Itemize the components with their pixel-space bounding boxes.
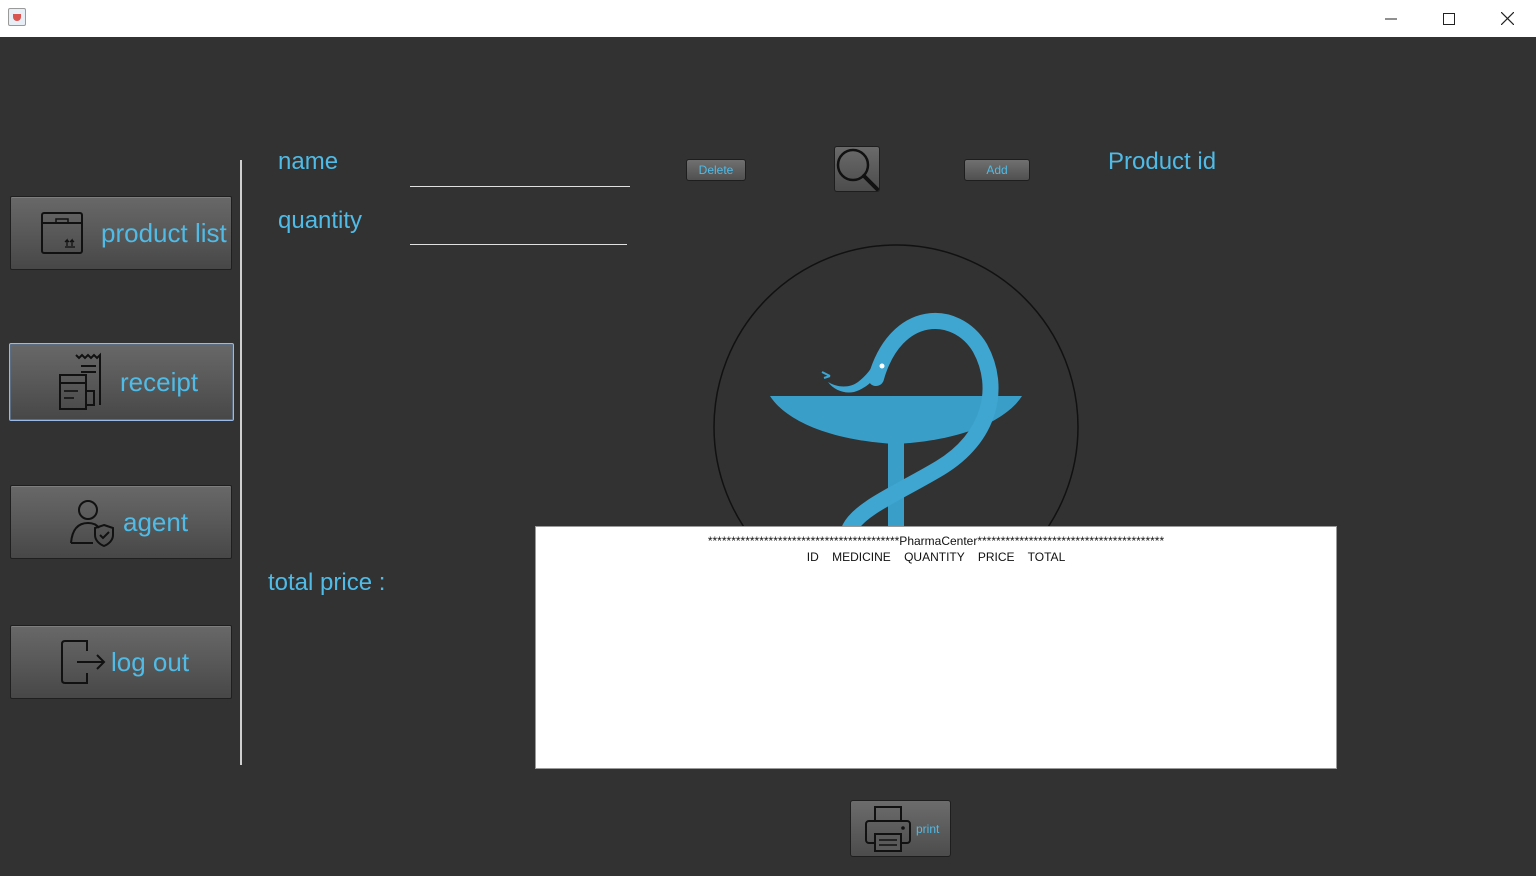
print-button[interactable]: print — [850, 800, 951, 857]
minimize-button[interactable] — [1362, 0, 1420, 37]
close-button[interactable] — [1478, 0, 1536, 37]
pharmacy-logo — [712, 242, 1080, 526]
total-price-label: total price : — [268, 569, 386, 596]
sidebar-item-label: receipt — [120, 366, 199, 397]
sidebar-item-label: agent — [123, 506, 189, 537]
box-icon — [41, 212, 83, 254]
add-button[interactable]: Add — [964, 159, 1030, 181]
logout-icon — [61, 640, 106, 684]
sidebar-item-label: log out — [111, 646, 190, 677]
search-button[interactable] — [834, 146, 880, 192]
receipt-icon — [59, 352, 101, 410]
bowl-of-hygieia-icon — [713, 244, 1079, 526]
sidebar-item-product-list[interactable]: product list — [10, 196, 232, 270]
sidebar-divider — [240, 160, 242, 765]
sidebar-item-label: product list — [101, 217, 227, 248]
close-icon — [1500, 12, 1514, 25]
maximize-button[interactable] — [1420, 0, 1478, 37]
delete-button[interactable]: Delete — [686, 159, 746, 181]
minimize-icon — [1385, 18, 1397, 19]
sidebar-item-receipt[interactable]: receipt — [9, 343, 234, 421]
receipt-columns: ID MEDICINE QUANTITY PRICE TOTAL — [806, 550, 1066, 564]
quantity-label: quantity — [278, 207, 363, 234]
quantity-input[interactable] — [412, 210, 629, 242]
sidebar-item-log-out[interactable]: log out — [10, 625, 232, 699]
name-underline — [410, 186, 630, 187]
java-cup-icon — [8, 8, 26, 26]
receipt-textarea[interactable]: ****************************************… — [535, 526, 1337, 769]
product-id-label: Product id — [1108, 148, 1217, 175]
printer-icon — [865, 805, 911, 852]
maximize-icon — [1443, 12, 1455, 25]
print-label: print — [916, 821, 940, 836]
name-input[interactable] — [412, 152, 632, 184]
name-label: name — [278, 148, 339, 175]
title-bar — [0, 0, 1536, 37]
agent-shield-icon — [70, 500, 114, 547]
receipt-header: ****************************************… — [707, 534, 1165, 548]
sidebar-item-agent[interactable]: agent — [10, 485, 232, 559]
quantity-underline — [410, 244, 627, 245]
search-icon — [836, 148, 879, 191]
